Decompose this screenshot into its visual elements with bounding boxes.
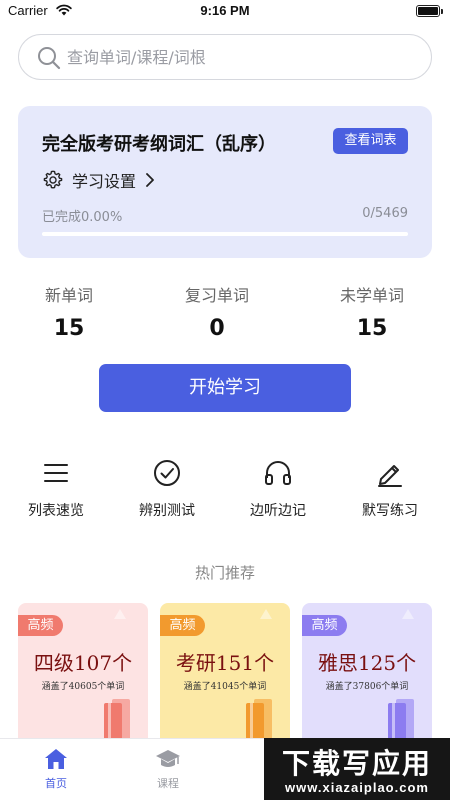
- tool-listen-memorize[interactable]: 边听边记: [228, 458, 328, 520]
- progress-bar: [42, 232, 408, 236]
- recommend-card-subtitle: 涵盖了37806个单词: [325, 682, 409, 692]
- pen-icon: [378, 465, 402, 487]
- recommend-card-subtitle: 涵盖了41045个单词: [183, 682, 267, 692]
- progress-percent: 已完成0.00%: [42, 210, 123, 225]
- recommend-card-name: 雅思125个: [317, 651, 417, 675]
- watermark: 下载写应用 www.xiazaiplao.com: [264, 738, 450, 800]
- stat-label: 未学单词: [339, 286, 404, 305]
- recommend-card-ielts[interactable]: 高频 雅思125个 涵盖了37806个单词: [302, 603, 432, 753]
- gear-icon: [43, 170, 63, 189]
- study-settings-link[interactable]: 学习设置: [42, 168, 156, 192]
- home-icon: [45, 749, 67, 769]
- graduation-cap-icon: [156, 750, 180, 767]
- headphones-icon: [265, 461, 291, 485]
- study-settings-label: 学习设置: [72, 172, 137, 191]
- tool-label: 边听边记: [250, 503, 306, 519]
- course-card: 完全版考研考纲词汇（乱序） 查看词表 学习设置 已完成0.00% 0/5469: [18, 106, 432, 258]
- tool-label: 默写练习: [362, 503, 418, 519]
- clock: 9:16 PM: [200, 3, 250, 18]
- stat-value: 15: [53, 316, 85, 341]
- tool-label: 列表速览: [28, 503, 84, 519]
- recommend-card-kaoyan[interactable]: 高频 考研151个 涵盖了41045个单词: [160, 603, 290, 753]
- tab-home[interactable]: 首页: [26, 747, 86, 791]
- status-bar: Carrier 9:16 PM: [0, 0, 450, 24]
- tool-list-overview[interactable]: 列表速览: [6, 458, 106, 520]
- search-input[interactable]: [67, 35, 417, 79]
- progress-count: 0/5469: [362, 206, 408, 221]
- start-learning-button[interactable]: 开始学习: [99, 364, 351, 412]
- recommend-card-name: 考研151个: [175, 651, 275, 675]
- recommend-card-cet4[interactable]: 高频 四级107个 涵盖了40605个单词: [18, 603, 148, 753]
- high-frequency-badge: 高频: [160, 615, 205, 636]
- watermark-title: 下载写应用: [281, 747, 432, 780]
- high-frequency-badge: 高频: [302, 615, 347, 636]
- tool-label: 辨别测试: [139, 503, 195, 519]
- recommend-card-name: 四级107个: [33, 651, 133, 675]
- stat-label: 复习单词: [184, 286, 249, 305]
- course-title: 完全版考研考纲词汇（乱序）: [42, 134, 276, 155]
- tab-courses[interactable]: 课程: [138, 747, 198, 791]
- check-circle-icon: [154, 460, 180, 486]
- high-frequency-badge: 高频: [18, 615, 63, 636]
- stat-review-words: 复习单词 0: [162, 282, 272, 341]
- stat-unlearned-words: 未学单词 15: [317, 282, 427, 341]
- tool-dictation-practice[interactable]: 默写练习: [340, 458, 440, 520]
- view-wordlist-button[interactable]: 查看词表: [333, 128, 408, 154]
- recommend-card-subtitle: 涵盖了40605个单词: [41, 682, 125, 692]
- tool-discrimination-test[interactable]: 辨别测试: [117, 458, 217, 520]
- stat-new-words: 新单词 15: [14, 282, 124, 341]
- tab-label: 课程: [157, 777, 179, 790]
- stat-value: 15: [356, 316, 388, 341]
- tab-label: 首页: [45, 777, 67, 790]
- recommend-title: 热门推荐: [194, 564, 255, 582]
- search-icon: [38, 47, 61, 70]
- search-bar[interactable]: [18, 34, 432, 80]
- battery-icon: [416, 5, 443, 17]
- stat-label: 新单词: [44, 286, 93, 305]
- list-icon: [44, 464, 68, 482]
- watermark-url: www.xiazaiplao.com: [285, 780, 429, 795]
- stat-value: 0: [209, 316, 225, 341]
- chevron-right-icon: [146, 173, 154, 187]
